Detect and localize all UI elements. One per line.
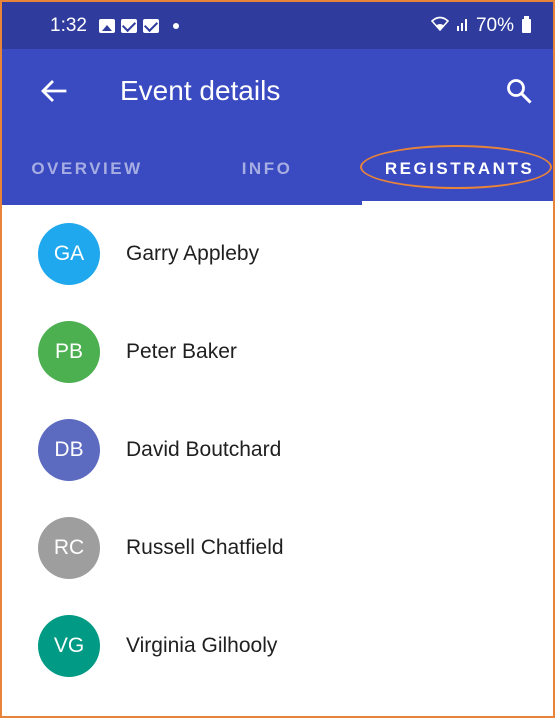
avatar: RC xyxy=(38,517,100,579)
tab-registrants[interactable]: REGISTRANTS xyxy=(362,133,553,205)
list-item[interactable]: DB David Boutchard xyxy=(2,401,553,499)
registrant-name: Russell Chatfield xyxy=(126,536,284,559)
app-screen: 1:32 70% Event details OVERVIEW INFO REG… xyxy=(0,0,555,718)
avatar: VG xyxy=(38,615,100,677)
wifi-icon xyxy=(430,15,450,36)
registrant-name: Virginia Gilhooly xyxy=(126,634,278,657)
registrant-name: David Boutchard xyxy=(126,438,282,461)
list-item[interactable]: RC Russell Chatfield xyxy=(2,499,553,597)
status-time: 1:32 xyxy=(50,14,87,36)
avatar: PB xyxy=(38,321,100,383)
status-right: 70% xyxy=(430,15,531,37)
registrant-name: Garry Appleby xyxy=(126,242,260,265)
search-button[interactable] xyxy=(497,69,541,113)
dot-icon xyxy=(172,22,179,29)
search-icon xyxy=(507,79,532,104)
back-button[interactable] xyxy=(32,69,76,113)
registrant-name: Peter Baker xyxy=(126,340,237,363)
mail-icon xyxy=(120,18,137,33)
battery-icon xyxy=(522,15,531,33)
tab-bar: OVERVIEW INFO REGISTRANTS xyxy=(2,133,553,205)
avatar: DB xyxy=(38,419,100,481)
tab-info[interactable]: INFO xyxy=(172,133,362,205)
list-item[interactable]: VG Virginia Gilhooly xyxy=(2,597,553,695)
photo-icon xyxy=(98,18,115,33)
app-bar: Event details xyxy=(2,49,553,133)
list-item[interactable]: PB Peter Baker xyxy=(2,303,553,401)
signal-icon xyxy=(456,17,470,34)
status-bar: 1:32 70% xyxy=(2,2,553,49)
mail-icon xyxy=(142,18,159,33)
avatar: GA xyxy=(38,223,100,285)
arrow-left-icon xyxy=(41,80,67,102)
page-title: Event details xyxy=(120,75,281,106)
registrant-list: GA Garry Appleby PB Peter Baker DB David… xyxy=(2,205,553,695)
tab-overview[interactable]: OVERVIEW xyxy=(2,133,172,205)
battery-percent: 70% xyxy=(475,14,514,36)
status-left: 1:32 xyxy=(50,15,179,37)
list-item[interactable]: GA Garry Appleby xyxy=(2,205,553,303)
